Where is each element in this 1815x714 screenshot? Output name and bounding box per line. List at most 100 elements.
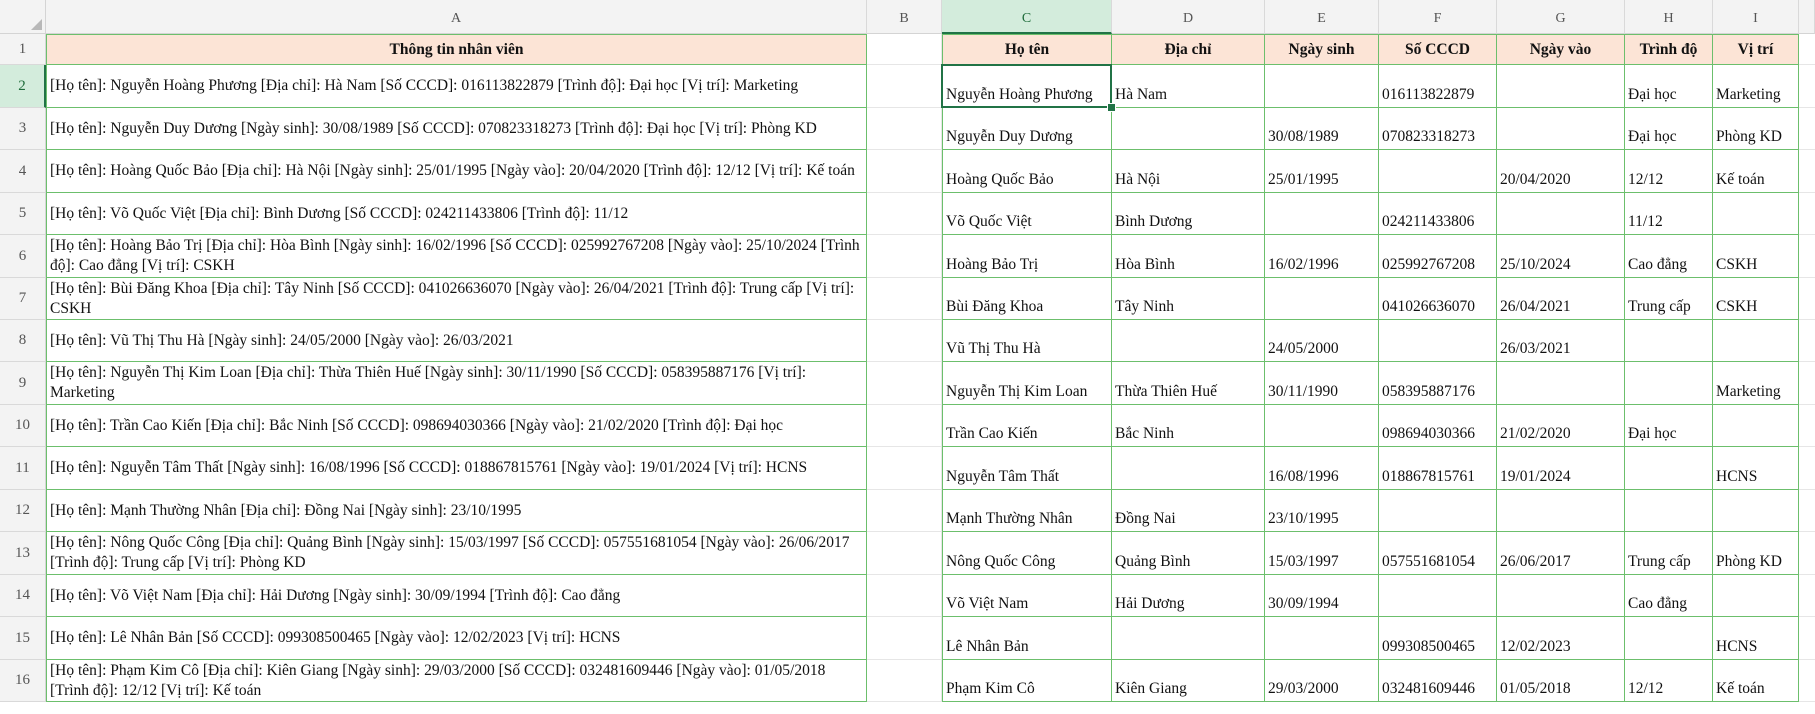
table-cell-trinh-do[interactable] (1625, 447, 1713, 490)
table-cell-ho-ten[interactable]: Nguyễn Hoàng Phương (942, 65, 1112, 108)
table-cell-ngay-vao[interactable]: 21/02/2020 (1497, 405, 1625, 447)
table-cell-ho-ten[interactable]: Nông Quốc Công (942, 532, 1112, 575)
table-cell-ngay-sinh[interactable] (1265, 65, 1379, 108)
column-header-h[interactable]: H (1625, 0, 1713, 34)
table-cell-trinh-do[interactable]: Cao đẳng (1625, 575, 1713, 617)
table-cell-ho-ten[interactable]: Nguyễn Tâm Thất (942, 447, 1112, 490)
table-cell-ngay-sinh[interactable]: 30/11/1990 (1265, 362, 1379, 405)
table-cell-ho-ten[interactable]: Võ Việt Nam (942, 575, 1112, 617)
table-cell-vi-tri[interactable]: Marketing (1713, 65, 1799, 108)
table-header-ngay-sinh[interactable]: Ngày sinh (1265, 34, 1379, 65)
table-cell-trinh-do[interactable] (1625, 617, 1713, 660)
table-cell-so-cccd[interactable] (1379, 320, 1497, 362)
source-cell[interactable]: [Họ tên]: Trần Cao Kiến [Địa chỉ]: Bắc N… (46, 405, 867, 447)
table-cell-vi-tri[interactable]: CSKH (1713, 235, 1799, 278)
table-cell-vi-tri[interactable]: Phòng KD (1713, 532, 1799, 575)
row-header-8[interactable]: 8 (0, 320, 46, 362)
row-header-15[interactable]: 15 (0, 617, 46, 660)
row-header-6[interactable]: 6 (0, 235, 46, 278)
table-cell-ngay-vao[interactable] (1497, 575, 1625, 617)
table-header-dia-chi[interactable]: Địa chỉ (1112, 34, 1265, 65)
column-header-i[interactable]: I (1713, 0, 1799, 34)
table-cell-trinh-do[interactable]: Cao đẳng (1625, 235, 1713, 278)
table-cell-dia-chi[interactable]: Kiên Giang (1112, 660, 1265, 702)
row-header-16[interactable]: 16 (0, 660, 46, 702)
select-all-corner[interactable] (0, 0, 46, 34)
table-header-vi-tri[interactable]: Vị trí (1713, 34, 1799, 65)
table-cell-ngay-sinh[interactable]: 24/05/2000 (1265, 320, 1379, 362)
table-cell-ngay-vao[interactable]: 19/01/2024 (1497, 447, 1625, 490)
source-cell[interactable]: [Họ tên]: Hoàng Quốc Bảo [Địa chỉ]: Hà N… (46, 150, 867, 193)
table-header-ho-ten[interactable]: Họ tên (942, 34, 1112, 65)
table-cell-trinh-do[interactable]: Đại học (1625, 405, 1713, 447)
table-cell-trinh-do[interactable]: Trung cấp (1625, 278, 1713, 320)
table-cell-so-cccd[interactable]: 025992767208 (1379, 235, 1497, 278)
table-cell-dia-chi[interactable]: Hà Nam (1112, 65, 1265, 108)
row-header-1[interactable]: 1 (0, 34, 46, 65)
source-cell[interactable]: [Họ tên]: Võ Việt Nam [Địa chỉ]: Hải Dươ… (46, 575, 867, 617)
table-cell-ho-ten[interactable]: Võ Quốc Việt (942, 193, 1112, 235)
table-cell-ho-ten[interactable]: Mạnh Thường Nhân (942, 490, 1112, 532)
table-cell-dia-chi[interactable]: Tây Ninh (1112, 278, 1265, 320)
table-cell-vi-tri[interactable]: Kế toán (1713, 660, 1799, 702)
column-header-f[interactable]: F (1379, 0, 1497, 34)
table-cell-trinh-do[interactable]: Đại học (1625, 108, 1713, 150)
row-header-2[interactable]: 2 (0, 65, 46, 108)
table-cell-ngay-sinh[interactable] (1265, 193, 1379, 235)
table-cell-so-cccd[interactable]: 099308500465 (1379, 617, 1497, 660)
table-cell-trinh-do[interactable] (1625, 320, 1713, 362)
source-cell[interactable]: [Họ tên]: Lê Nhân Bản [Số CCCD]: 0993085… (46, 617, 867, 660)
row-header-14[interactable]: 14 (0, 575, 46, 617)
table-cell-ngay-sinh[interactable] (1265, 278, 1379, 320)
row-header-5[interactable]: 5 (0, 193, 46, 235)
table-cell-ho-ten[interactable]: Hoàng Bảo Trị (942, 235, 1112, 278)
column-header-g[interactable]: G (1497, 0, 1625, 34)
table-cell-vi-tri[interactable]: Marketing (1713, 362, 1799, 405)
column-header-e[interactable]: E (1265, 0, 1379, 34)
source-cell[interactable]: [Họ tên]: Bùi Đăng Khoa [Địa chỉ]: Tây N… (46, 278, 867, 320)
table-cell-trinh-do[interactable]: Đại học (1625, 65, 1713, 108)
table-cell-vi-tri[interactable] (1713, 405, 1799, 447)
table-cell-vi-tri[interactable]: HCNS (1713, 447, 1799, 490)
source-cell[interactable]: [Họ tên]: Hoàng Bảo Trị [Địa chỉ]: Hòa B… (46, 235, 867, 278)
table-cell-so-cccd[interactable]: 018867815761 (1379, 447, 1497, 490)
table-cell-so-cccd[interactable]: 058395887176 (1379, 362, 1497, 405)
column-header-d[interactable]: D (1112, 0, 1265, 34)
table-cell-dia-chi[interactable] (1112, 108, 1265, 150)
table-cell-so-cccd[interactable] (1379, 150, 1497, 193)
table-cell-ngay-sinh[interactable] (1265, 405, 1379, 447)
source-cell[interactable]: [Họ tên]: Mạnh Thường Nhân [Địa chỉ]: Đồ… (46, 490, 867, 532)
table-cell-vi-tri[interactable]: HCNS (1713, 617, 1799, 660)
table-cell-ho-ten[interactable]: Trần Cao Kiến (942, 405, 1112, 447)
table-cell-ngay-sinh[interactable]: 16/02/1996 (1265, 235, 1379, 278)
column-header-c[interactable]: C (942, 0, 1112, 34)
table-cell-vi-tri[interactable]: Phòng KD (1713, 108, 1799, 150)
table-cell-ngay-sinh[interactable]: 16/08/1996 (1265, 447, 1379, 490)
table-header-so-cccd[interactable]: Số CCCD (1379, 34, 1497, 65)
row-header-9[interactable]: 9 (0, 362, 46, 405)
table-cell-ngay-vao[interactable] (1497, 490, 1625, 532)
table-cell-ngay-vao[interactable]: 26/06/2017 (1497, 532, 1625, 575)
table-cell-trinh-do[interactable] (1625, 362, 1713, 405)
column-header-b[interactable]: B (867, 0, 942, 34)
table-cell-vi-tri[interactable] (1713, 490, 1799, 532)
table-cell-ho-ten[interactable]: Nguyễn Duy Dương (942, 108, 1112, 150)
table-cell-ngay-vao[interactable] (1497, 108, 1625, 150)
source-header-cell[interactable]: Thông tin nhân viên (46, 34, 867, 65)
source-cell[interactable]: [Họ tên]: Võ Quốc Việt [Địa chỉ]: Bình D… (46, 193, 867, 235)
table-cell-dia-chi[interactable]: Quảng Bình (1112, 532, 1265, 575)
table-cell-ngay-vao[interactable]: 25/10/2024 (1497, 235, 1625, 278)
table-cell-vi-tri[interactable] (1713, 320, 1799, 362)
table-cell-trinh-do[interactable]: Trung cấp (1625, 532, 1713, 575)
table-header-ngay-vao[interactable]: Ngày vào (1497, 34, 1625, 65)
table-cell-so-cccd[interactable]: 098694030366 (1379, 405, 1497, 447)
table-header-trinh-do[interactable]: Trình độ (1625, 34, 1713, 65)
source-cell[interactable]: [Họ tên]: Nguyễn Hoàng Phương [Địa chỉ]:… (46, 65, 867, 108)
table-cell-dia-chi[interactable] (1112, 617, 1265, 660)
column-header-a[interactable]: A (46, 0, 867, 34)
table-cell-vi-tri[interactable]: CSKH (1713, 278, 1799, 320)
table-cell-ngay-sinh[interactable]: 30/09/1994 (1265, 575, 1379, 617)
row-header-10[interactable]: 10 (0, 405, 46, 447)
table-cell-vi-tri[interactable]: Kế toán (1713, 150, 1799, 193)
spreadsheet[interactable]: A B C D E F G H I 1 2 3 4 5 6 7 8 9 10 11 12 13 14 15 16 Thông ti… (0, 0, 1815, 714)
